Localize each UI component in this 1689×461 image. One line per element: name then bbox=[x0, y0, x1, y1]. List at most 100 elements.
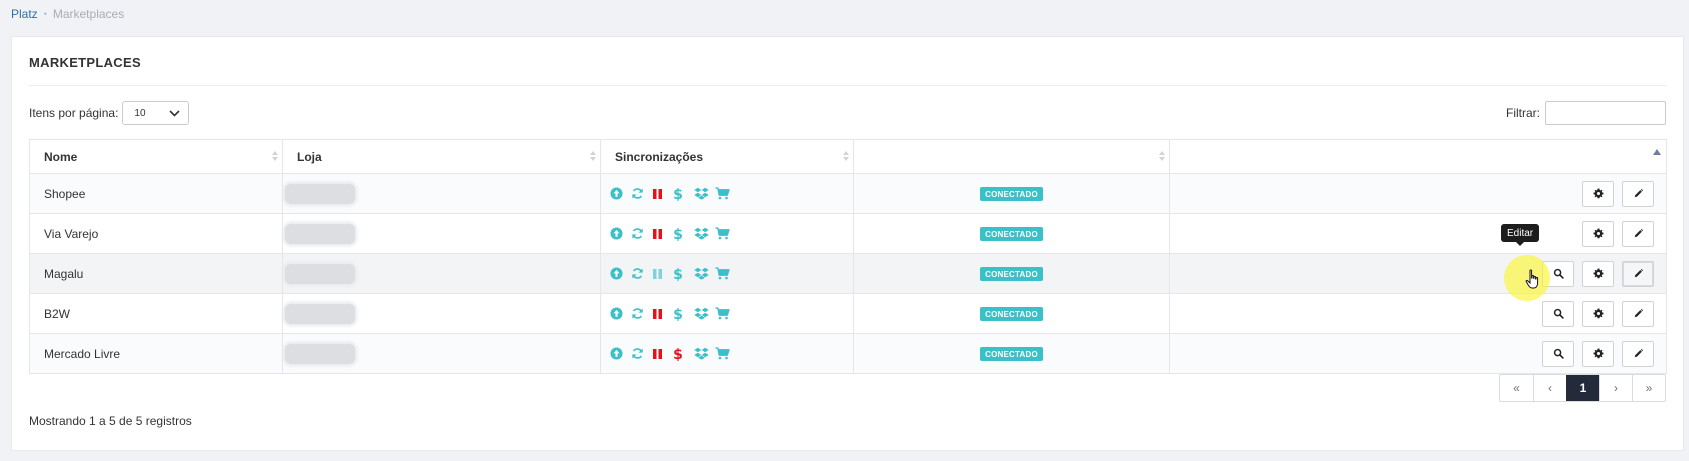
status-badge: CONECTADO bbox=[980, 347, 1043, 361]
marketplace-name: B2W bbox=[29, 293, 283, 334]
refresh-icon[interactable] bbox=[631, 306, 652, 322]
upload-circle-icon[interactable] bbox=[610, 186, 631, 202]
svg-text:$: $ bbox=[673, 187, 683, 201]
store-name-redacted bbox=[285, 223, 355, 244]
store-name-redacted bbox=[285, 343, 355, 364]
column-header-status[interactable] bbox=[853, 139, 1170, 174]
marketplace-name: Shopee bbox=[29, 173, 283, 214]
cart-icon[interactable] bbox=[715, 226, 736, 242]
hand-cursor-icon bbox=[1525, 269, 1539, 289]
edit-button[interactable] bbox=[1622, 260, 1654, 287]
dropbox-icon[interactable] bbox=[694, 186, 715, 202]
gear-icon bbox=[1593, 228, 1604, 239]
store-name-redacted bbox=[285, 183, 355, 204]
edit-tooltip: Editar bbox=[1501, 224, 1540, 246]
column-header-sincronizacoes[interactable]: Sincronizações bbox=[600, 139, 854, 174]
dollar-icon[interactable]: $ bbox=[673, 306, 694, 322]
upload-circle-icon[interactable] bbox=[610, 226, 631, 242]
pause-icon[interactable] bbox=[652, 306, 673, 322]
actions-cell bbox=[1169, 213, 1667, 254]
settings-button[interactable] bbox=[1582, 340, 1614, 367]
edit-button[interactable] bbox=[1622, 220, 1654, 247]
view-button[interactable] bbox=[1542, 340, 1574, 367]
pagination: « ‹ 1 › » bbox=[1499, 374, 1666, 402]
dropbox-icon[interactable] bbox=[694, 226, 715, 242]
sort-icon bbox=[590, 151, 596, 163]
edit-button[interactable] bbox=[1622, 180, 1654, 207]
actions-cell bbox=[1169, 333, 1667, 374]
dollar-icon[interactable]: $ bbox=[673, 186, 694, 202]
cart-icon[interactable] bbox=[715, 186, 736, 202]
upload-circle-icon[interactable] bbox=[610, 266, 631, 282]
breadcrumb: Platz • Marketplaces bbox=[11, 7, 124, 21]
pause-icon[interactable] bbox=[652, 186, 673, 202]
dropbox-icon[interactable] bbox=[694, 346, 715, 362]
settings-button[interactable] bbox=[1582, 300, 1614, 327]
store-cell bbox=[282, 173, 601, 214]
sort-icon bbox=[843, 151, 849, 163]
per-page-select[interactable]: 10 bbox=[122, 101, 190, 125]
status-badge: CONECTADO bbox=[980, 307, 1043, 321]
pause-icon[interactable] bbox=[652, 346, 673, 362]
column-header-nome[interactable]: Nome bbox=[29, 139, 283, 174]
filter-input[interactable] bbox=[1545, 101, 1666, 125]
breadcrumb-root-link[interactable]: Platz bbox=[11, 7, 38, 21]
dollar-icon[interactable]: $ bbox=[673, 266, 694, 282]
gear-icon bbox=[1593, 268, 1604, 279]
dollar-icon[interactable]: $ bbox=[673, 226, 694, 242]
pagination-first-button[interactable]: « bbox=[1500, 375, 1533, 401]
edit-button[interactable] bbox=[1622, 300, 1654, 327]
search-icon bbox=[1553, 268, 1564, 279]
refresh-icon[interactable] bbox=[631, 186, 652, 202]
actions-cell bbox=[1169, 173, 1667, 214]
settings-button[interactable] bbox=[1582, 180, 1614, 207]
sync-icons: $ bbox=[610, 266, 839, 282]
sync-cell: $ bbox=[600, 213, 854, 254]
upload-circle-icon[interactable] bbox=[610, 346, 631, 362]
status-cell: CONECTADO bbox=[853, 253, 1170, 294]
svg-text:$: $ bbox=[673, 307, 683, 321]
table-row: B2W $ CONECTADO bbox=[29, 293, 1667, 334]
view-button[interactable] bbox=[1542, 300, 1574, 327]
pencil-icon bbox=[1633, 188, 1644, 199]
svg-text:$: $ bbox=[673, 227, 683, 241]
upload-circle-icon[interactable] bbox=[610, 306, 631, 322]
pause-icon[interactable] bbox=[652, 226, 673, 242]
chevron-down-icon bbox=[169, 109, 180, 117]
pagination-prev-button[interactable]: ‹ bbox=[1533, 375, 1566, 401]
per-page-value: 10 bbox=[134, 107, 146, 119]
marketplaces-table: Nome Loja Sincronizações Shopee $ CONECT… bbox=[29, 139, 1667, 374]
pencil-icon bbox=[1633, 348, 1644, 359]
refresh-icon[interactable] bbox=[631, 266, 652, 282]
settings-button[interactable] bbox=[1582, 220, 1614, 247]
search-icon bbox=[1553, 348, 1564, 359]
column-header-loja[interactable]: Loja bbox=[282, 139, 601, 174]
sort-ascending-icon bbox=[1653, 149, 1661, 155]
pause-icon[interactable] bbox=[652, 266, 673, 282]
refresh-icon[interactable] bbox=[631, 346, 652, 362]
pencil-icon bbox=[1633, 268, 1644, 279]
table-row: Mercado Livre $ CONECTADO bbox=[29, 333, 1667, 374]
settings-button[interactable] bbox=[1582, 260, 1614, 287]
cart-icon[interactable] bbox=[715, 266, 736, 282]
pagination-page-button[interactable]: 1 bbox=[1566, 375, 1599, 401]
edit-button[interactable] bbox=[1622, 340, 1654, 367]
cart-icon[interactable] bbox=[715, 346, 736, 362]
store-cell bbox=[282, 333, 601, 374]
status-badge: CONECTADO bbox=[980, 187, 1043, 201]
dollar-icon[interactable]: $ bbox=[673, 346, 694, 362]
pencil-icon bbox=[1633, 308, 1644, 319]
sync-icons: $ bbox=[610, 186, 839, 202]
pagination-last-button[interactable]: » bbox=[1632, 375, 1665, 401]
dropbox-icon[interactable] bbox=[694, 306, 715, 322]
column-header-actions[interactable] bbox=[1169, 139, 1667, 174]
sort-icon bbox=[272, 151, 278, 163]
pagination-next-button[interactable]: › bbox=[1599, 375, 1632, 401]
sync-cell: $ bbox=[600, 293, 854, 334]
refresh-icon[interactable] bbox=[631, 226, 652, 242]
status-cell: CONECTADO bbox=[853, 293, 1170, 334]
status-cell: CONECTADO bbox=[853, 333, 1170, 374]
cart-icon[interactable] bbox=[715, 306, 736, 322]
dropbox-icon[interactable] bbox=[694, 266, 715, 282]
status-badge: CONECTADO bbox=[980, 227, 1043, 241]
